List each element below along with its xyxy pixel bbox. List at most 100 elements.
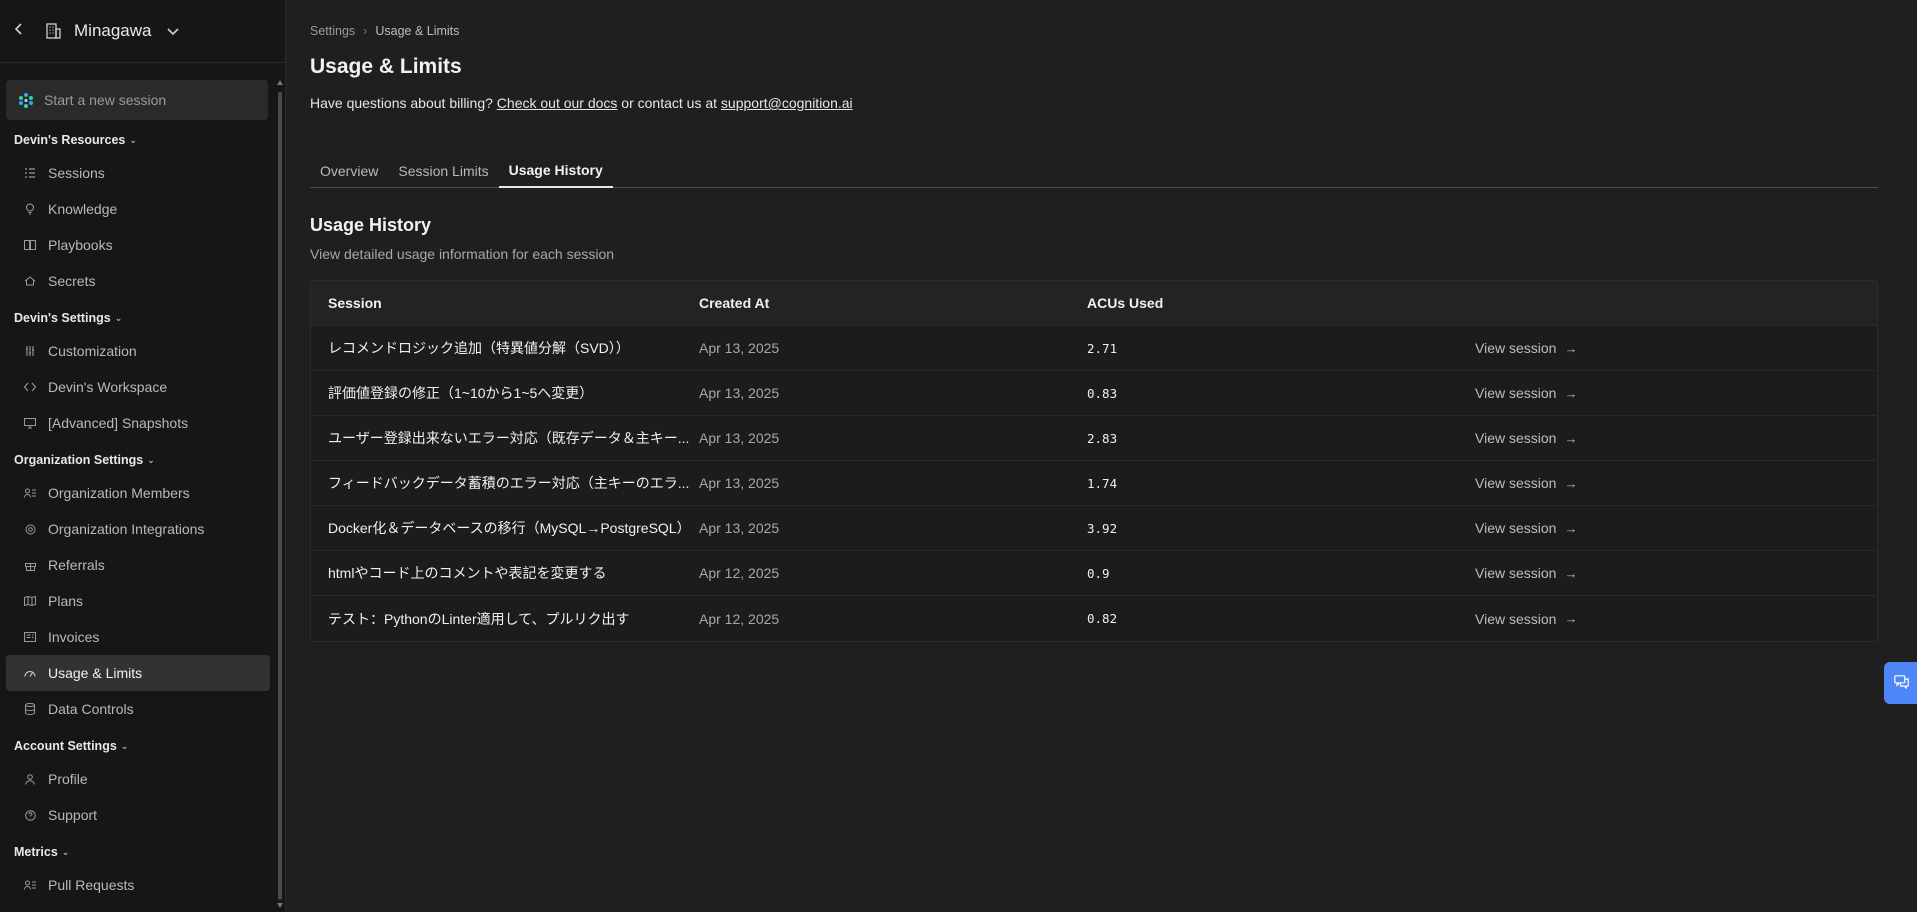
code-icon <box>24 381 36 393</box>
sidebar-item-organization-members[interactable]: Organization Members <box>6 475 270 511</box>
sidebar-scrollbar[interactable] <box>277 80 283 908</box>
users-icon <box>24 487 36 499</box>
sidebar-item-referrals[interactable]: Referrals <box>6 547 270 583</box>
sidebar-item-snapshots[interactable]: [Advanced] Snapshots <box>6 405 270 441</box>
page-title: Usage & Limits <box>310 55 462 78</box>
chevron-down-icon: ⌄ <box>147 454 155 465</box>
arrow-right-icon: → <box>1564 430 1578 446</box>
sidebar-item-support[interactable]: Support <box>6 797 270 833</box>
view-session-link[interactable]: View session → <box>1475 430 1577 446</box>
sidebar-item-knowledge[interactable]: Knowledge <box>6 191 270 227</box>
scrollbar-thumb[interactable] <box>278 92 282 900</box>
section-label: Devin's Resources <box>14 133 126 147</box>
sidebar-item-sessions[interactable]: Sessions <box>6 155 270 191</box>
devin-logo-icon <box>18 92 34 108</box>
table-header: Session Created At ACUs Used <box>311 281 1877 326</box>
sidebar-item-invoices[interactable]: Invoices <box>6 619 270 655</box>
sidebar-nav: Devin's Resources ⌄ Sessions Knowledge Pl… <box>0 125 276 903</box>
support-email-link[interactable]: support@cognition.ai <box>721 95 853 111</box>
sidebar-item-profile[interactable]: Profile <box>6 761 270 797</box>
docs-link[interactable]: Check out our docs <box>497 95 618 111</box>
org-name[interactable]: Minagawa <box>74 21 152 41</box>
cell-session: テスト：PythonのLinter適用して、プルリク出す <box>328 610 630 627</box>
header-created-at: Created At <box>699 295 770 311</box>
sidebar-item-label: Organization Integrations <box>48 521 205 537</box>
section-organization-settings[interactable]: Organization Settings ⌄ <box>0 445 276 475</box>
cell-session: 評価値登録の修正（1~10から1~5へ変更） <box>328 385 594 401</box>
new-session-placeholder: Start a new session <box>44 92 167 108</box>
sidebar-item-devins-workspace[interactable]: Devin's Workspace <box>6 369 270 405</box>
sidebar-item-label: Knowledge <box>48 201 118 217</box>
cell-session: フィードバックデータ蓄積のエラー対応（主キーのエラ... <box>328 475 690 491</box>
building-icon <box>42 20 64 42</box>
cell-session: レコメンドロジック追加（特異値分解（SVD）） <box>328 340 630 356</box>
section-subtitle: View detailed usage information for each… <box>310 246 615 262</box>
cell-action: View session → <box>1475 520 1863 536</box>
back-icon[interactable] <box>14 22 30 41</box>
scroll-down-icon[interactable] <box>277 903 283 908</box>
chevron-down-icon: ⌄ <box>61 846 70 857</box>
cell-action: View session → <box>1475 385 1863 401</box>
view-session-link[interactable]: View session → <box>1475 565 1577 581</box>
receipt-icon <box>24 631 36 643</box>
sidebar-item-usage-limits[interactable]: Usage & Limits <box>6 655 270 691</box>
sidebar-item-data-controls[interactable]: Data Controls <box>6 691 270 727</box>
cell-acus-used: 2.71 <box>1087 340 1118 356</box>
cell-created-at: Apr 13, 2025 <box>699 385 780 401</box>
section-account-settings[interactable]: Account Settings ⌄ <box>0 731 276 761</box>
tab-session-limits[interactable]: Session Limits <box>388 153 498 188</box>
cell-created-at: Apr 13, 2025 <box>699 475 780 491</box>
org-switcher[interactable]: Minagawa <box>0 0 285 63</box>
view-session-link[interactable]: View session → <box>1475 385 1577 401</box>
sidebar-item-pull-requests[interactable]: Pull Requests <box>6 867 270 903</box>
table-row: レコメンドロジック追加（特異値分解（SVD）） Apr 13, 2025 2.71 V… <box>311 326 1877 371</box>
sidebar-item-label: Secrets <box>48 273 96 289</box>
view-session-link[interactable]: View session → <box>1475 475 1577 491</box>
chevron-down-icon: ⌄ <box>120 740 129 751</box>
sidebar-item-secrets[interactable]: Secrets <box>6 263 270 299</box>
cell-action: View session → <box>1475 611 1863 627</box>
billing-help-text: Have questions about billing? Check out … <box>310 95 853 111</box>
section-label: Account Settings <box>14 739 117 753</box>
section-devins-settings[interactable]: Devin's Settings ⌄ <box>0 303 276 333</box>
cell-session: htmlやコード上のコメントや表記を変更する <box>328 565 607 581</box>
table-row: htmlやコード上のコメントや表記を変更する Apr 12, 2025 0.9 Vie… <box>311 551 1877 596</box>
sidebar-item-playbooks[interactable]: Playbooks <box>6 227 270 263</box>
arrow-right-icon: → <box>1564 611 1578 626</box>
tab-usage-history[interactable]: Usage History <box>498 153 613 188</box>
sidebar-item-plans[interactable]: Plans <box>6 583 270 619</box>
section-label: Devin's Settings <box>14 311 111 325</box>
sidebar-item-label: Plans <box>48 593 84 609</box>
chevron-down-icon[interactable] <box>166 24 180 38</box>
breadcrumb-settings[interactable]: Settings <box>310 24 355 38</box>
tab-overview[interactable]: Overview <box>310 153 388 188</box>
table-row: 評価値登録の修正（1~10から1~5へ変更） Apr 13, 2025 0.83 Vi… <box>311 371 1877 416</box>
chevron-down-icon: ⌄ <box>114 312 123 323</box>
sidebar-item-label: Playbooks <box>48 237 113 253</box>
section-devins-resources[interactable]: Devin's Resources ⌄ <box>0 125 276 155</box>
cell-action: View session → <box>1475 565 1863 581</box>
table-row: ユーザー登録出来ないエラー対応（既存データ＆主キー... Apr 13, 2025… <box>311 416 1877 461</box>
scroll-up-icon[interactable] <box>277 80 283 85</box>
view-session-label: View session <box>1475 610 1557 627</box>
sidebar-item-label: Profile <box>48 771 88 787</box>
section-title: Usage History <box>310 215 432 235</box>
sidebar-item-label: Customization <box>48 343 137 359</box>
users-icon <box>24 879 36 891</box>
cell-acus-used: 1.74 <box>1087 475 1118 491</box>
cell-acus-used: 0.83 <box>1087 385 1118 401</box>
view-session-link[interactable]: View session → <box>1475 520 1577 536</box>
sidebar-item-organization-integrations[interactable]: Organization Integrations <box>6 511 270 547</box>
header-acus-used: ACUs Used <box>1087 295 1164 311</box>
sidebar-item-label: Invoices <box>48 629 100 645</box>
section-metrics[interactable]: Metrics ⌄ <box>0 837 276 867</box>
sidebar-item-label: Devin's Workspace <box>48 379 168 395</box>
new-session-input[interactable]: Start a new session <box>6 80 268 120</box>
view-session-link[interactable]: View session → <box>1475 340 1577 356</box>
view-session-link[interactable]: View session → <box>1475 611 1577 627</box>
section-label: Metrics <box>14 845 58 859</box>
sidebar-item-label: [Advanced] Snapshots <box>48 415 189 431</box>
table-row: Docker化＆データベースの移行（MySQL→PostgreSQL） Apr 1… <box>311 506 1877 551</box>
chat-button[interactable] <box>1884 662 1917 704</box>
sidebar-item-customization[interactable]: Customization <box>6 333 270 369</box>
